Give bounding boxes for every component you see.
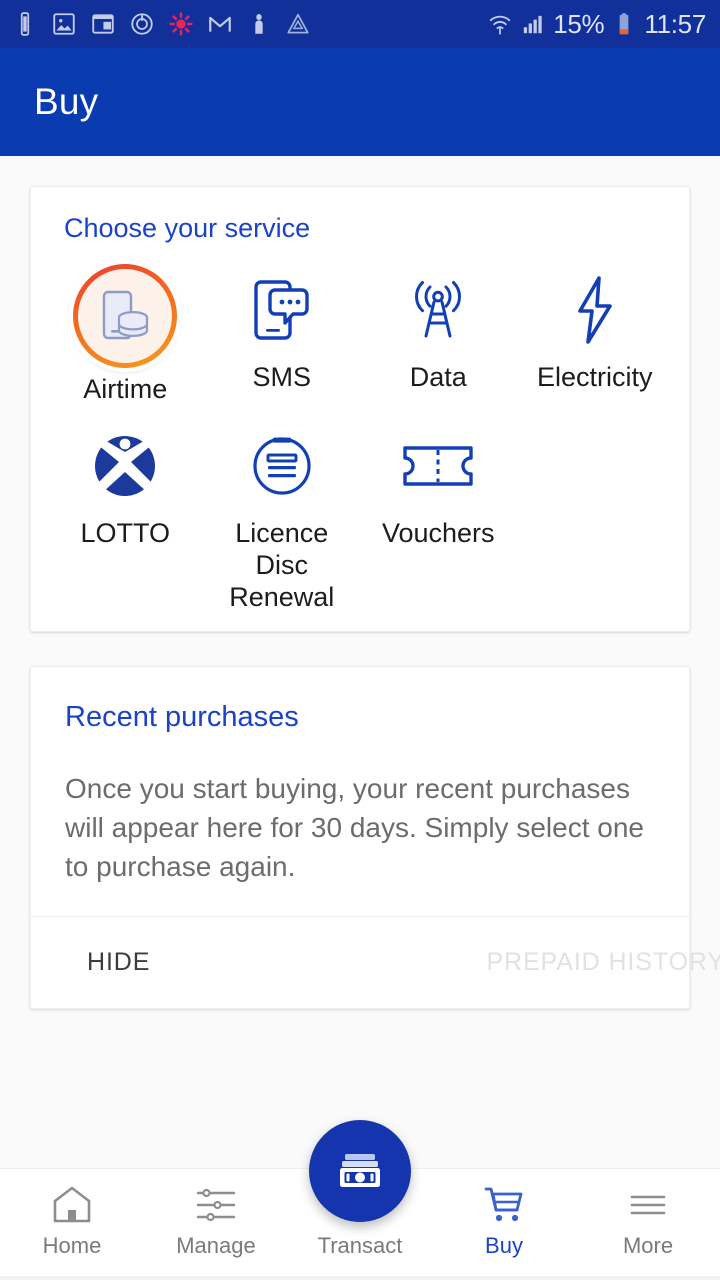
vouchers-icon (386, 420, 490, 512)
recent-purchases-body: Recent purchases Once you start buying, … (31, 667, 689, 916)
recent-purchases-card: Recent purchases Once you start buying, … (30, 666, 720, 1010)
choose-service-heading: Choose your service (64, 213, 311, 243)
recent-purchases-title: Recent purchases (65, 701, 299, 734)
buy-screen: 15% 11:57 Buy Choose your service Airtim… (0, 0, 720, 1280)
app-bar: Buy (0, 48, 720, 156)
drive-triangle-icon (287, 13, 309, 34)
cellular-signal-icon (524, 15, 542, 34)
data-icon (386, 264, 490, 356)
service-label: LOTTO (80, 517, 171, 548)
choose-service-card: Choose your service Airtime SMS Data Ele… (30, 186, 690, 633)
service-item-electricity[interactable]: Electricity (517, 250, 674, 406)
service-label: SMS (252, 362, 311, 392)
home-icon (51, 1183, 93, 1227)
battery-saver-icon (20, 12, 30, 36)
sms-icon (230, 264, 334, 356)
service-item-vouchers[interactable]: Vouchers (360, 406, 517, 614)
prepaid-history-button[interactable]: PREPAID HISTORY (486, 948, 720, 977)
service-label: Electricity (536, 362, 653, 392)
wifi-icon (490, 15, 511, 35)
recent-purchases-actions: HIDE PREPAID HISTORY (31, 916, 720, 1008)
recent-purchases-empty-message: Once you start buying, your recent purch… (65, 773, 644, 882)
airtime-icon (73, 264, 177, 368)
status-bar-left-icons (12, 11, 311, 37)
status-bar: 15% 11:57 (0, 0, 720, 48)
picture-in-picture-icon (92, 14, 114, 34)
service-item-sms[interactable]: SMS (204, 250, 361, 406)
shopping-cart-icon (482, 1183, 526, 1227)
photo-icon (53, 13, 75, 35)
sliders-icon (194, 1183, 238, 1227)
nav-item-manage[interactable]: Manage (144, 1183, 288, 1259)
nav-label: Buy (485, 1233, 523, 1258)
nav-bottom-divider (0, 1276, 720, 1280)
page-title: Buy (34, 81, 99, 122)
service-label: Airtime (83, 374, 168, 404)
hide-button[interactable]: HIDE (87, 948, 150, 977)
nav-item-home[interactable]: Home (0, 1183, 144, 1259)
nav-label: More (622, 1233, 674, 1258)
licence-disc-icon (230, 420, 334, 512)
service-grid: Airtime SMS Data Electricity LOTTO Licen… (47, 250, 673, 613)
service-item-data[interactable]: Data (360, 250, 517, 406)
lotto-icon (73, 420, 177, 512)
nav-label: Home (42, 1233, 102, 1258)
nav-item-buy[interactable]: Buy (432, 1183, 576, 1259)
nav-item-more[interactable]: More (576, 1183, 720, 1259)
service-label: Data (409, 362, 467, 392)
battery-percent-label: 15% (553, 9, 605, 39)
service-grid-spacer (517, 406, 674, 614)
nav-label: Manage (176, 1233, 256, 1258)
battery-icon (620, 13, 629, 35)
loading-spinner-icon (169, 12, 193, 36)
service-label: Vouchers (381, 517, 495, 548)
clock-label: 11:57 (644, 9, 706, 39)
gmail-icon (209, 16, 231, 32)
service-item-licence-disc-renewal[interactable]: Licence Disc Renewal (204, 406, 361, 614)
main-content: Choose your service Airtime SMS Data Ele… (0, 156, 720, 1280)
service-label: Licence Disc Renewal (229, 517, 335, 612)
contact-icon (255, 14, 263, 34)
status-bar-right-icons: 15% 11:57 (487, 11, 706, 37)
nav-label: Transact (317, 1233, 403, 1258)
electricity-icon (543, 264, 647, 356)
service-item-lotto[interactable]: LOTTO (47, 406, 204, 614)
transact-fab-button[interactable] (309, 1120, 411, 1222)
hamburger-menu-icon (628, 1183, 668, 1227)
banknote-icon (340, 1154, 380, 1187)
alarm-clock-icon (131, 13, 153, 35)
service-item-airtime[interactable]: Airtime (47, 250, 204, 406)
